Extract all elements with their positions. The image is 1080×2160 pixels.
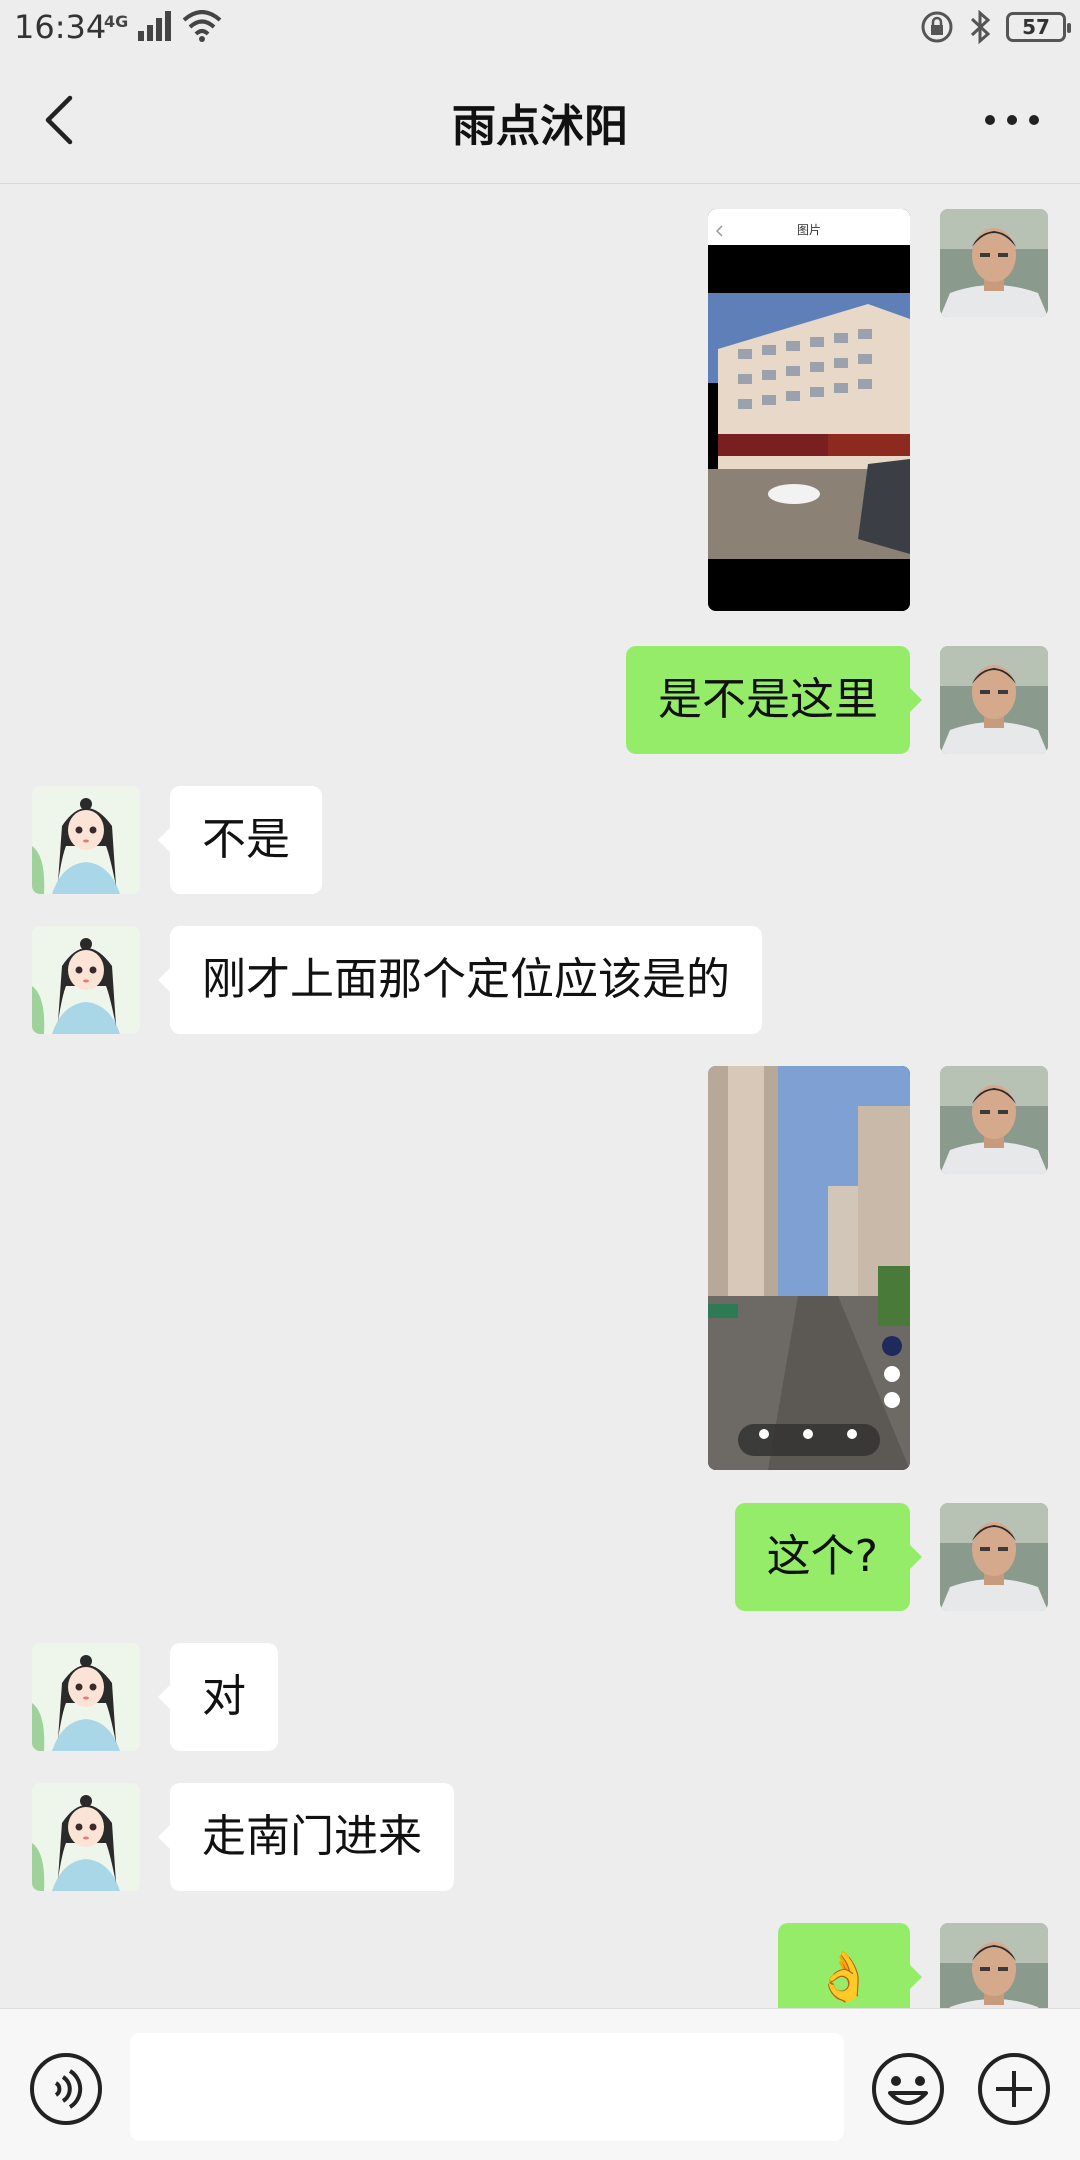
- received-text-bubble[interactable]: 不是: [158, 786, 322, 894]
- man-avatar-icon: [940, 1503, 1048, 1611]
- message-input[interactable]: [130, 2033, 844, 2141]
- image-preview-title: 图片: [797, 223, 821, 237]
- voice-input-icon[interactable]: [28, 2051, 104, 2127]
- anime-girl-avatar-icon: [32, 1783, 140, 1891]
- anime-girl-avatar-icon: [32, 1643, 140, 1751]
- contact-avatar[interactable]: [32, 786, 140, 894]
- sent-emoji-bubble[interactable]: 👌: [778, 1923, 922, 2008]
- received-text-bubble[interactable]: 走南门进来: [158, 1783, 454, 1891]
- received-text-bubble[interactable]: 对: [158, 1643, 278, 1751]
- contact-avatar[interactable]: [32, 1643, 140, 1751]
- sent-text-bubble[interactable]: 这个?: [734, 1503, 923, 1611]
- sent-text-bubble[interactable]: 是不是这里: [626, 646, 922, 754]
- man-avatar-icon: [940, 209, 1048, 317]
- contact-avatar[interactable]: [32, 926, 140, 1034]
- more-options-icon[interactable]: [984, 110, 1040, 130]
- message-input-bar: [0, 2008, 1080, 2160]
- chat-title: 雨点沭阳: [452, 101, 628, 152]
- street-view-photo-image: [708, 1066, 910, 1470]
- wifi-icon: [182, 10, 222, 42]
- my-avatar[interactable]: [940, 1923, 1048, 2008]
- status-bar: 16:34 4G 57: [0, 0, 1080, 56]
- anime-girl-avatar-icon: [32, 926, 140, 1034]
- chat-header: 雨点沭阳: [0, 56, 1080, 184]
- man-avatar-icon: [940, 1923, 1048, 2008]
- my-avatar[interactable]: [940, 209, 1048, 317]
- emoji-icon[interactable]: [870, 2051, 946, 2127]
- storefront-photo-image: 图片: [708, 209, 910, 611]
- sent-image-storefront[interactable]: 图片: [708, 209, 910, 611]
- signal-icon: [138, 11, 172, 41]
- anime-girl-avatar-icon: [32, 786, 140, 894]
- received-text-bubble[interactable]: 刚才上面那个定位应该是的: [158, 926, 762, 1034]
- lock-rotation-icon: [921, 11, 953, 43]
- bluetooth-icon: [970, 10, 991, 44]
- contact-avatar[interactable]: [32, 1783, 140, 1891]
- status-right-icons: 57: [920, 10, 1071, 44]
- status-time: 16:34: [14, 8, 107, 46]
- status-left-icons: 4G: [104, 10, 222, 42]
- my-avatar[interactable]: [940, 646, 1048, 754]
- man-avatar-icon: [940, 646, 1048, 754]
- message-list[interactable]: 图片 是不是这里 不是 刚才上面那个定位应该是的 这个? 对 走南门进来 👌: [0, 185, 1080, 2008]
- man-avatar-icon: [940, 1066, 1048, 1174]
- ok-hand-emoji: 👌: [814, 1949, 874, 2005]
- network-type-label: 4G: [104, 11, 129, 31]
- my-avatar[interactable]: [940, 1503, 1048, 1611]
- plus-icon[interactable]: [976, 2051, 1052, 2127]
- my-avatar[interactable]: [940, 1066, 1048, 1174]
- sent-image-street[interactable]: [708, 1066, 910, 1470]
- battery-icon: 57: [1006, 12, 1071, 42]
